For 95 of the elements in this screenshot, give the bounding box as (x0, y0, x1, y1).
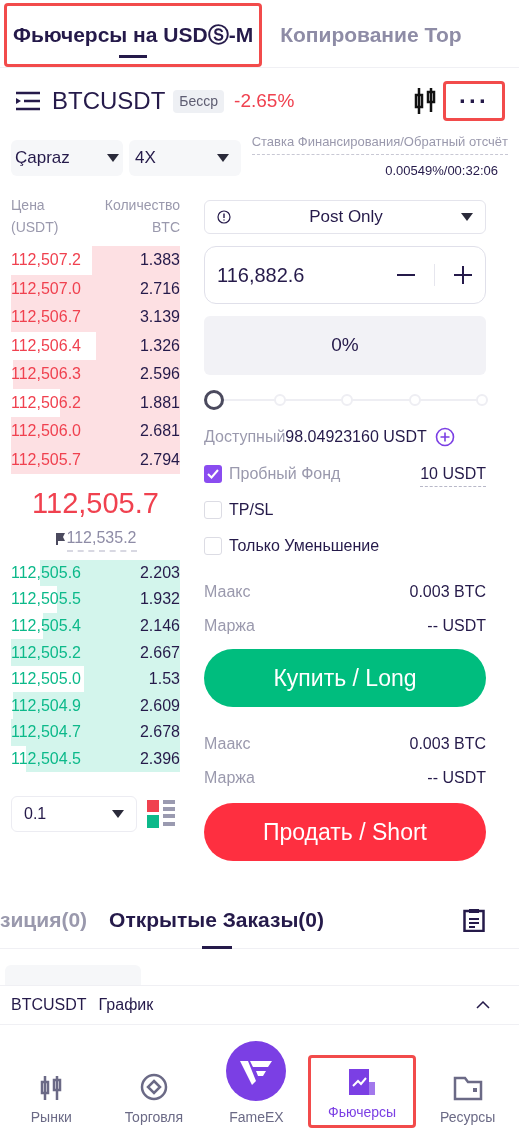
option-label: TP/SL (229, 500, 274, 520)
fund-value[interactable]: 10 USDT (420, 461, 486, 487)
quantity-text: 2.794 (139, 449, 180, 470)
price-text: 112,505.6 (11, 562, 81, 583)
option-label: Только Уменьшение (229, 536, 380, 556)
caret-icon (461, 213, 473, 221)
contract-badge: Бесср (173, 89, 225, 113)
quantity-text: 2.203 (139, 562, 180, 583)
symbol-title: BTCUSDT (52, 86, 166, 116)
leverage-dropdown[interactable]: 4X (129, 140, 241, 176)
candlestick-icon (39, 1075, 64, 1101)
price-text: 112,506.7 (11, 307, 81, 328)
price-text: 112,506.2 (11, 392, 81, 413)
wallet-icon (452, 1075, 483, 1101)
info-label: Маржа (204, 616, 255, 636)
quantity-text: 2.596 (139, 364, 180, 385)
quantity-text: 1.326 (139, 335, 180, 356)
option-label: Пробный Фонд (229, 464, 341, 484)
checkbox[interactable] (204, 465, 222, 483)
column-header: (USDT) (11, 218, 59, 237)
info-value: 0.003 BTC (409, 582, 486, 602)
info-value: -- USDT (427, 768, 486, 788)
info-value: 0.003 BTC (409, 734, 486, 754)
percent-slider[interactable] (204, 389, 486, 411)
change-percent: -2.65% (234, 88, 295, 113)
chart-bar-label: График (98, 995, 154, 1015)
caret-icon (107, 154, 119, 162)
quantity-text: 2.667 (139, 642, 180, 663)
quantity-text: 2.681 (139, 421, 180, 442)
chart-icon (348, 1068, 377, 1096)
info-label: Маакс (204, 582, 251, 602)
price-text: 112,505.4 (11, 616, 81, 636)
info-label: Маакс (204, 734, 251, 754)
price-text: 112,506.0 (11, 421, 81, 442)
column-header: Цена (11, 196, 46, 215)
amount-field[interactable]: 0% (204, 316, 486, 375)
clipboard-icon[interactable] (463, 907, 485, 932)
price-text: 112,505.0 (11, 669, 81, 690)
available-value: 98.04923160 USDT (285, 427, 427, 447)
price-text: 112,506.3 (11, 364, 81, 385)
column-header: Количество (104, 196, 180, 215)
add-icon[interactable] (434, 427, 455, 447)
flag-icon (54, 532, 65, 545)
quantity-text: 1.383 (139, 250, 180, 271)
quantity-text: 2.396 (139, 748, 180, 769)
nav-item[interactable]: Фьючерсы (307, 1055, 417, 1128)
quantity-text: 2.609 (139, 695, 180, 716)
order-type-dropdown[interactable]: Post Only (204, 200, 486, 234)
funding-value: 0.00549%/00:32:06 (385, 161, 498, 180)
info-icon (217, 210, 231, 224)
quantity-text: 2.716 (139, 278, 180, 299)
price-input[interactable]: 116,882.6 (204, 246, 486, 304)
price-text: 112,507.0 (11, 278, 81, 299)
sell-button[interactable]: Продать / Short (204, 803, 486, 861)
quantity-text: 1.881 (139, 392, 180, 413)
slider-thumb[interactable] (204, 390, 224, 410)
price-text: 112,505.7 (11, 449, 81, 470)
checkbox[interactable] (204, 537, 222, 555)
price-text: 112,507.2 (11, 250, 81, 271)
chart-bar-symbol: BTCUSDT (11, 995, 87, 1015)
quantity-text: 2.678 (139, 722, 180, 743)
logo-icon (226, 1041, 287, 1101)
nav-item[interactable]: Торговля (102, 1073, 206, 1128)
orders-tab[interactable]: Открытые Заказы(0) (109, 890, 325, 949)
available-label: Доступный (204, 427, 286, 447)
price-text: 112,504.7 (11, 722, 81, 743)
nav-item[interactable]: Рынки (0, 1075, 103, 1128)
checkbox[interactable] (204, 501, 222, 519)
quantity-text: 1.932 (139, 589, 180, 610)
column-header: BTC (152, 218, 180, 237)
caret-icon (217, 154, 229, 162)
quantity-text: 2.146 (139, 616, 180, 636)
top-tab[interactable]: Фьючерсы на USDⓈ-M (4, 3, 263, 67)
nav-item[interactable]: Ресурсы (416, 1075, 519, 1128)
more-button[interactable]: ··· (443, 81, 505, 121)
price-text: 112,505.5 (11, 589, 81, 610)
info-label: Маржа (204, 768, 255, 788)
caret-icon (112, 810, 124, 819)
layout-icon[interactable] (147, 800, 175, 829)
plus-icon[interactable] (453, 265, 473, 285)
quantity-text: 1.53 (148, 669, 180, 690)
chevron-up-icon[interactable] (476, 1001, 490, 1009)
target-icon (139, 1073, 168, 1101)
last-price: 112,505.7 (31, 486, 160, 521)
quantity-text: 3.139 (139, 307, 180, 328)
info-value: -- USDT (427, 616, 486, 636)
precision-dropdown[interactable]: 0.1 (11, 796, 137, 833)
candlestick-icon[interactable] (413, 87, 437, 115)
menu-icon[interactable] (14, 90, 42, 112)
nav-item[interactable]: FameEX (205, 1041, 308, 1128)
price-text: 112,504.9 (11, 695, 81, 716)
price-text: 112,506.4 (11, 335, 81, 356)
price-text: 112,504.5 (11, 748, 81, 769)
price-text: 112,505.2 (11, 642, 81, 663)
margin-mode-dropdown[interactable]: Çapraz (11, 140, 123, 176)
